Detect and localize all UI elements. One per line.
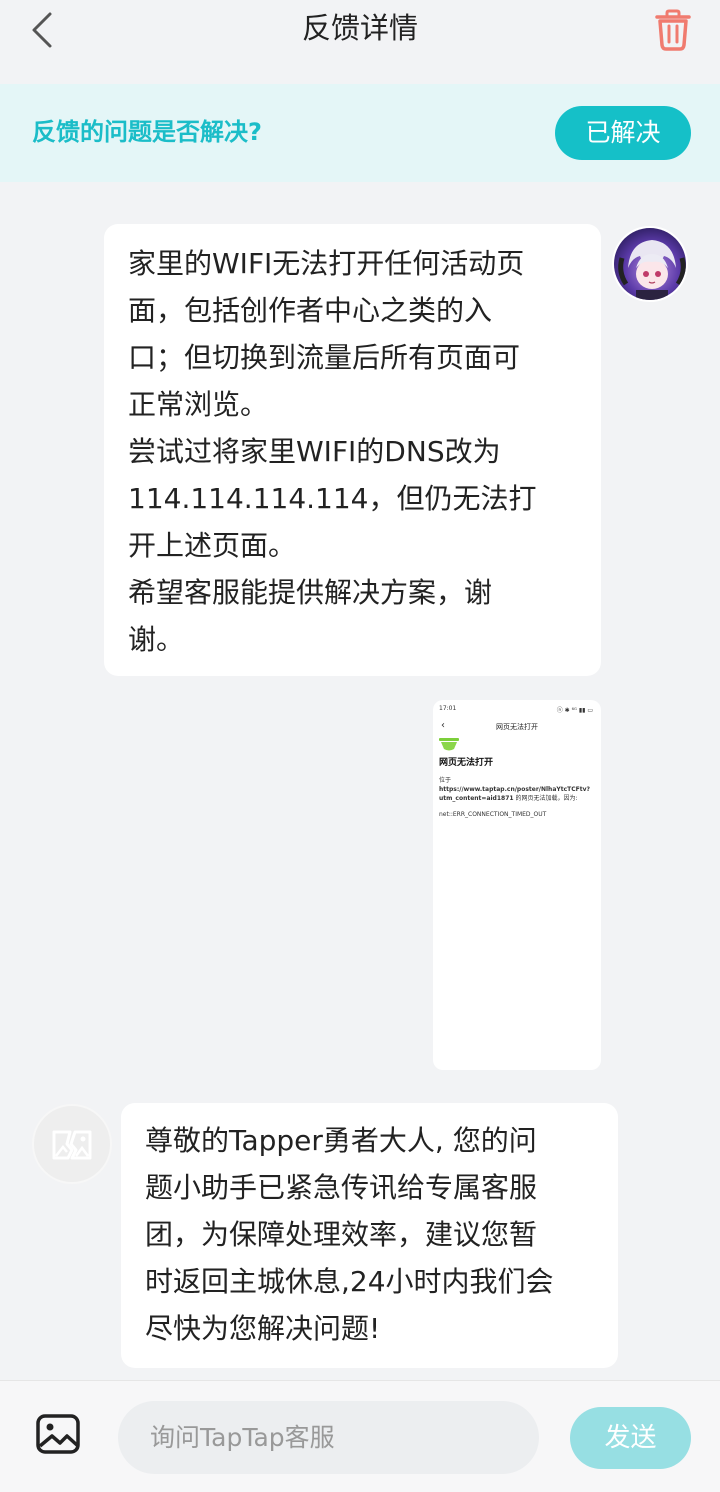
page-title: 反馈详情	[301, 11, 418, 45]
composer-bar: 发送	[0, 1380, 720, 1492]
attach-image-button[interactable]	[36, 1414, 80, 1454]
image-icon	[36, 1414, 80, 1454]
broken-image-icon	[52, 1130, 92, 1160]
screenshot-title: 网页无法打开	[496, 723, 538, 731]
user-message-bubble: 家里的WIFI无法打开任何活动页 面，包括创作者中心之类的入 口；但切换到流量后…	[104, 224, 601, 676]
resolve-prompt-bar: 反馈的问题是否解决? 已解决	[0, 84, 720, 182]
resolved-button[interactable]: 已解决	[555, 106, 691, 160]
screenshot-body-prefix: 位于	[439, 777, 452, 784]
send-button[interactable]: 发送	[570, 1407, 691, 1469]
screenshot-status-icons: ⓝ ✱ ⁶ᴳ ▮▮ ▭	[556, 707, 593, 714]
delete-button[interactable]	[651, 8, 695, 52]
attached-screenshot[interactable]: 17:01 ⓝ ✱ ⁶ᴳ ▮▮ ▭ ‹ 网页无法打开 网页无法打开 位于 htt…	[433, 700, 601, 1070]
user-avatar[interactable]	[612, 226, 688, 302]
resolve-question: 反馈的问题是否解决?	[32, 118, 262, 146]
avatar-image	[614, 228, 686, 300]
screenshot-heading: 网页无法打开	[439, 758, 494, 768]
top-bar: 反馈详情	[0, 0, 720, 84]
support-message-bubble: 尊敬的Tapper勇者大人, 您的问 题小助手已紧急传讯给专属客服 团，为保障处…	[121, 1103, 618, 1368]
screenshot-error: net::ERR_CONNECTION_TIMED_OUT	[439, 811, 547, 818]
error-illustration-icon	[439, 738, 459, 751]
screenshot-time: 17:01	[439, 705, 457, 712]
screenshot-body: 位于 https://www.taptap.cn/poster/NlhaYtcT…	[439, 776, 599, 803]
support-message-text: 尊敬的Tapper勇者大人, 您的问 题小助手已紧急传讯给专属客服 团，为保障处…	[145, 1124, 554, 1345]
trash-icon	[655, 9, 691, 51]
message-input[interactable]	[118, 1401, 539, 1474]
support-avatar	[32, 1104, 112, 1184]
screenshot-body-suffix: 的网页无法加载，因为:	[513, 795, 578, 802]
user-message-text: 家里的WIFI无法打开任何活动页 面，包括创作者中心之类的入 口；但切换到流量后…	[128, 247, 537, 656]
